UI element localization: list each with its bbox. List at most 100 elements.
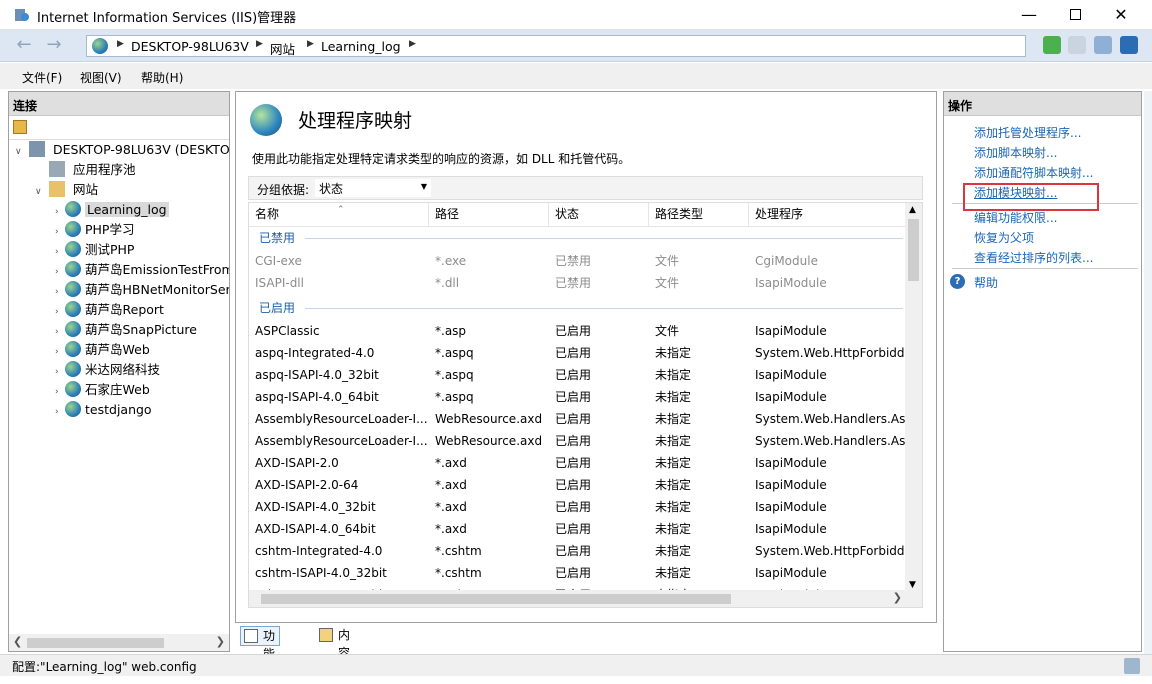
table-cell: *.dll — [435, 276, 460, 290]
breadcrumb[interactable]: ▶ DESKTOP-98LU63V ▶ 网站 ▶ Learning_log ▶ — [86, 35, 1026, 57]
tree-site[interactable]: › 米达网络科技 — [55, 360, 160, 380]
back-arrow-icon[interactable]: ← — [12, 35, 36, 57]
content-view-button[interactable]: 内容视图 — [316, 626, 354, 684]
separator — [952, 268, 1138, 269]
tree-site[interactable]: › Learning_log — [55, 200, 169, 220]
action-add-script-map[interactable]: 添加脚本映射... — [974, 144, 1057, 161]
expand-icon[interactable]: › — [55, 342, 65, 362]
forward-arrow-icon[interactable]: → — [42, 35, 66, 57]
tree-site[interactable]: › testdjango — [55, 400, 152, 420]
action-edit-feature-permissions[interactable]: 编辑功能权限... — [974, 209, 1057, 226]
table-vscroll[interactable]: ▲ ▼ — [905, 203, 922, 592]
breadcrumb-site[interactable]: Learning_log — [321, 39, 401, 54]
refresh-icon[interactable] — [1042, 36, 1061, 54]
expand-icon[interactable]: › — [55, 202, 65, 222]
menu-help[interactable]: 帮助(H) — [141, 69, 183, 86]
connections-toolbar — [9, 116, 229, 140]
col-state[interactable]: 状态 — [549, 203, 649, 227]
tree-app-pools[interactable]: 应用程序池 — [35, 160, 135, 180]
status-connection-icon — [1124, 658, 1140, 674]
tree-site[interactable]: › 葫芦岛SnapPicture — [55, 320, 197, 340]
table-cell: CgiModule — [755, 254, 818, 268]
col-path-type[interactable]: 路径类型 — [649, 203, 749, 227]
table-row[interactable]: cshtm-Integrated-4.0 *.cshtm 已启用 未指定 System.… — [249, 540, 907, 562]
table-row[interactable]: aspq-ISAPI-4.0_32bit *.aspq 已启用 未指定 IsapiMod… — [249, 364, 907, 386]
action-add-managed-handler[interactable]: 添加托管处理程序... — [974, 124, 1081, 141]
table-row[interactable]: AXD-ISAPI-4.0_64bit *.axd 已启用 未指定 IsapiModul… — [249, 518, 907, 540]
scroll-thumb[interactable] — [908, 219, 919, 281]
tree-site[interactable]: › 葫芦岛Report — [55, 300, 164, 320]
table-row[interactable]: AXD-ISAPI-4.0_32bit *.axd 已启用 未指定 IsapiModul… — [249, 496, 907, 518]
sort-asc-icon: ⌃ — [337, 205, 345, 215]
scroll-up-icon[interactable]: ▲ — [909, 205, 916, 215]
table-row[interactable]: cshtm-ISAPI-4.0_32bit *.cshtm 已启用 未指定 IsapiM… — [249, 562, 907, 584]
table-row[interactable]: AssemblyResourceLoader-I... WebResource.a… — [249, 408, 907, 430]
scroll-right-icon[interactable]: ❯ — [893, 591, 902, 604]
table-cell: CGI-exe — [255, 254, 302, 268]
maximize-button[interactable] — [1052, 0, 1098, 30]
tree-sites[interactable]: ∨ 网站 — [35, 180, 98, 200]
features-view-button[interactable]: 功能视图 — [240, 626, 281, 684]
table-row[interactable]: ISAPI-dll *.dll 已禁用 文件 IsapiModule — [249, 272, 907, 294]
table-hscroll[interactable]: ❯ — [249, 590, 922, 607]
table-row[interactable]: ASPClassic *.asp 已启用 文件 IsapiModule — [249, 320, 907, 342]
scroll-thumb[interactable] — [261, 594, 731, 604]
tree-server[interactable]: ∨ DESKTOP-98LU63V (DESKTOP — [15, 140, 229, 160]
expand-icon[interactable]: › — [55, 282, 65, 302]
table-cell: 文件 — [655, 254, 680, 268]
menu-file[interactable]: 文件(F) — [22, 69, 62, 86]
col-handler[interactable]: 处理程序 — [749, 203, 907, 227]
scroll-down-icon[interactable]: ▼ — [909, 580, 916, 590]
expand-icon[interactable]: › — [55, 322, 65, 342]
tree-site[interactable]: › 石家庄Web — [55, 380, 150, 400]
table-row[interactable]: aspq-Integrated-4.0 *.aspq 已启用 未指定 System.We… — [249, 342, 907, 364]
action-add-wildcard-script-map[interactable]: 添加通配符脚本映射... — [974, 164, 1093, 181]
expand-icon[interactable]: › — [55, 402, 65, 422]
dropdown-caret-icon: ▼ — [420, 182, 427, 191]
table-cell: 已启用 — [555, 368, 592, 382]
action-revert-to-parent[interactable]: 恢复为父项 — [974, 229, 1034, 246]
tree-site[interactable]: › 葫芦岛EmissionTestFrom — [55, 260, 229, 280]
tree-site[interactable]: › PHP学习 — [55, 220, 134, 240]
breadcrumb-server[interactable]: DESKTOP-98LU63V — [131, 39, 249, 54]
col-path[interactable]: 路径 — [429, 203, 549, 227]
breadcrumb-sites[interactable]: 网站 — [270, 39, 295, 58]
group-header: 已禁用 — [253, 227, 903, 249]
col-name[interactable]: 名称 ⌃ — [249, 203, 429, 227]
expand-icon[interactable]: › — [55, 222, 65, 242]
collapse-icon[interactable]: ∨ — [35, 182, 45, 202]
table-row[interactable]: CGI-exe *.exe 已禁用 文件 CgiModule — [249, 250, 907, 272]
action-view-ordered-list[interactable]: 查看经过排序的列表... — [974, 249, 1093, 266]
expand-icon[interactable]: › — [55, 262, 65, 282]
table-row[interactable]: AssemblyResourceLoader-I... WebResource.a… — [249, 430, 907, 452]
expand-icon[interactable]: › — [55, 302, 65, 322]
table-row[interactable]: AXD-ISAPI-2.0-64 *.axd 已启用 未指定 IsapiModule — [249, 474, 907, 496]
expand-icon[interactable]: › — [55, 242, 65, 262]
highlight-annotation — [963, 183, 1099, 211]
table-cell: AXD-ISAPI-2.0 — [255, 456, 339, 470]
feature-panel: 处理程序映射 使用此功能指定处理特定请求类型的响应的资源，如 DLL 和托管代码… — [235, 91, 937, 623]
scroll-left-icon[interactable]: ❮ — [13, 635, 22, 648]
stop-icon[interactable] — [1068, 36, 1087, 54]
help-dropdown-icon[interactable] — [1120, 36, 1138, 54]
scroll-thumb[interactable] — [27, 638, 164, 648]
collapse-icon[interactable]: ∨ — [15, 142, 25, 162]
home-icon[interactable] — [1094, 36, 1113, 54]
action-help[interactable]: 帮助 — [974, 274, 998, 291]
tree-site[interactable]: › 葫芦岛HBNetMonitorSer — [55, 280, 229, 300]
close-button[interactable]: ✕ — [1098, 0, 1144, 30]
connections-hscroll[interactable]: ❮ ❯ — [9, 634, 229, 651]
scroll-right-icon[interactable]: ❯ — [216, 635, 225, 648]
minimize-button[interactable]: — — [1006, 0, 1052, 30]
site-globe-icon — [65, 281, 81, 297]
connect-icon[interactable] — [13, 120, 27, 134]
menu-view[interactable]: 视图(V) — [80, 69, 122, 86]
table-row[interactable]: AXD-ISAPI-2.0 *.axd 已启用 未指定 IsapiModule — [249, 452, 907, 474]
tree-site[interactable]: › 测试PHP — [55, 240, 134, 260]
group-by-select[interactable]: 状态 ▼ — [315, 179, 431, 197]
expand-icon[interactable]: › — [55, 382, 65, 402]
breadcrumb-separator-icon: ▶ — [256, 39, 263, 49]
expand-icon[interactable]: › — [55, 362, 65, 382]
tree-site[interactable]: › 葫芦岛Web — [55, 340, 150, 360]
table-row[interactable]: aspq-ISAPI-4.0_64bit *.aspq 已启用 未指定 IsapiMod… — [249, 386, 907, 408]
